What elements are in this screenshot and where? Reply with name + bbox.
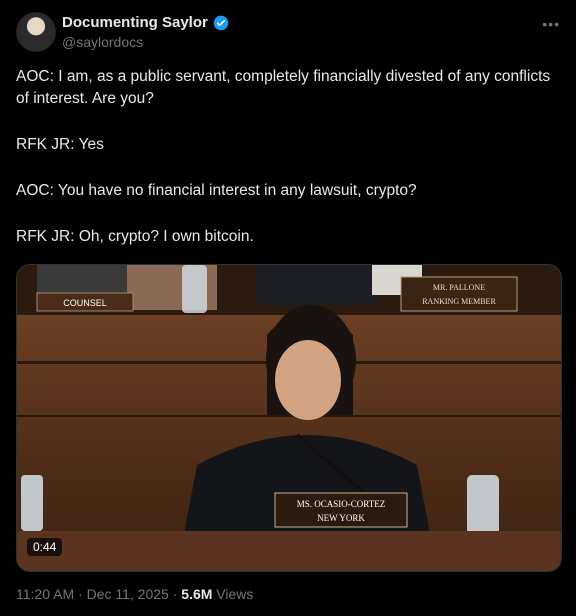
svg-text:MS. OCASIO-CORTEZ: MS. OCASIO-CORTEZ	[297, 499, 385, 509]
tweet-header: Documenting Saylor @saylordocs •••	[16, 12, 560, 58]
video-player[interactable]: COUNSEL MR. PALLONE RANKING MEMBER MS. O…	[16, 264, 562, 572]
pallone-placard: MR. PALLONE RANKING MEMBER	[400, 276, 518, 312]
svg-text:NEW YORK: NEW YORK	[317, 513, 365, 523]
svg-text:RANKING MEMBER: RANKING MEMBER	[422, 297, 496, 306]
separator: ·	[172, 586, 182, 602]
tweet-text: AOC: I am, as a public servant, complete…	[16, 66, 560, 272]
tweet-date[interactable]: Dec 11, 2025	[87, 586, 169, 602]
svg-text:COUNSEL: COUNSEL	[63, 298, 107, 308]
tweet-line: AOC: You have no financial interest in a…	[16, 182, 417, 199]
video-duration: 0:44	[27, 538, 63, 556]
video-frame: COUNSEL MR. PALLONE RANKING MEMBER MS. O…	[17, 265, 561, 571]
tweet-time[interactable]: 11:20 AM	[16, 586, 74, 602]
svg-text:MR. PALLONE: MR. PALLONE	[433, 283, 485, 292]
handle[interactable]: @saylordocs	[62, 34, 143, 50]
name-row: Documenting Saylor	[62, 14, 229, 31]
views-count: 5.6M	[181, 586, 213, 602]
tweet-line: RFK JR: Oh, crypto? I own bitcoin.	[16, 228, 254, 245]
more-options-icon[interactable]: •••	[542, 16, 560, 32]
views-label: Views	[216, 586, 254, 602]
tweet-line: AOC: I am, as a public servant, complete…	[16, 68, 551, 107]
counsel-placard: COUNSEL	[36, 292, 134, 312]
display-name[interactable]: Documenting Saylor	[62, 14, 208, 31]
tweet-meta: 11:20 AM · Dec 11, 2025 · 5.6M Views	[16, 586, 253, 602]
separator: ·	[78, 586, 87, 602]
avatar[interactable]	[16, 12, 56, 52]
speaker-placard: MS. OCASIO-CORTEZ NEW YORK	[274, 492, 408, 528]
tweet-line: RFK JR: Yes	[16, 136, 104, 153]
verified-badge-icon	[213, 15, 229, 30]
